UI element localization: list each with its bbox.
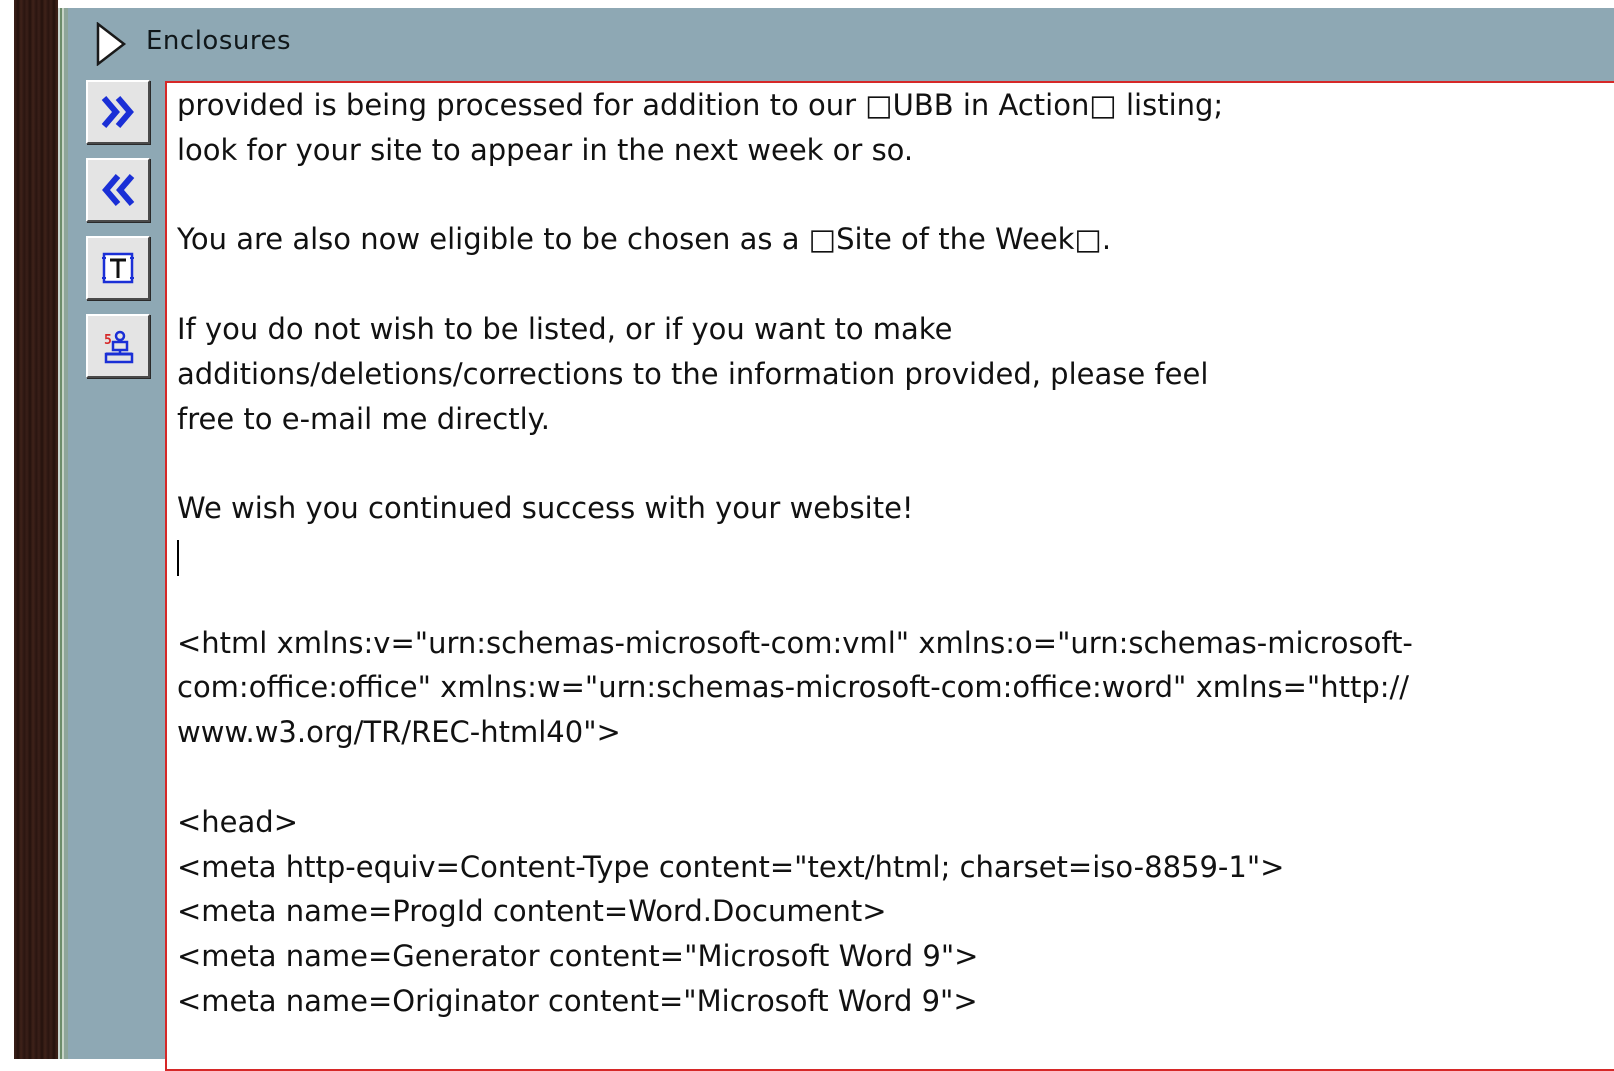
message-line: <head> [177,804,298,839]
message-line: <html xmlns:v="urn:schemas-microsoft-com… [177,625,1413,660]
send-back-button[interactable] [86,158,150,222]
pane-divider[interactable] [58,0,68,1059]
message-body-editor[interactable]: provided is being processed for addition… [165,81,1614,1071]
message-line: <meta name=Originator content="Microsoft… [177,983,978,1018]
message-line: additions/deletions/corrections to the i… [177,356,1209,391]
message-line: look for your site to appear in the next… [177,132,914,167]
double-chevron-left-icon [102,174,135,206]
enclosure-toolbar: 5 [86,80,154,392]
enclosures-title: Enclosures [146,26,292,56]
message-line [177,173,1597,218]
text-format-button[interactable] [86,236,150,300]
message-line: www.w3.org/TR/REC-html40"> [177,715,621,750]
desktop-background [0,0,58,1059]
person-network-icon: 5 [104,330,134,364]
svg-text:5: 5 [104,333,112,348]
message-line [177,262,1597,307]
text-caret [177,540,179,576]
message-line [177,755,1597,800]
message-line: com:office:office" xmlns:w="urn:schemas-… [177,670,1410,705]
message-line: free to e-mail me directly. [177,401,550,436]
message-line: <meta name=ProgId content=Word.Document> [177,894,887,929]
double-chevron-right-icon [101,96,134,128]
send-forward-button[interactable] [86,80,150,144]
message-line: <meta name=Generator content="Microsoft … [177,939,979,974]
message-line: provided is being processed for addition… [177,88,1224,122]
message-body-text[interactable]: provided is being processed for addition… [177,83,1597,1024]
enclosures-panel: Enclosures 5 provided is being processed… [68,8,1614,1071]
message-line: You are also now eligible to be chosen a… [177,222,1112,257]
message-line [177,531,1597,576]
disclosure-triangle-icon[interactable] [94,21,128,67]
message-line [177,441,1597,486]
text-tag-icon [102,252,134,284]
message-line: <meta http-equiv=Content-Type content="t… [177,849,1285,884]
top-edge [58,0,1614,8]
message-line [177,576,1597,621]
message-line: We wish you continued success with your … [177,491,914,526]
message-line: If you do not wish to be listed, or if y… [177,311,953,346]
enclosures-header: Enclosures [68,8,1614,78]
address-book-button[interactable]: 5 [86,314,150,378]
